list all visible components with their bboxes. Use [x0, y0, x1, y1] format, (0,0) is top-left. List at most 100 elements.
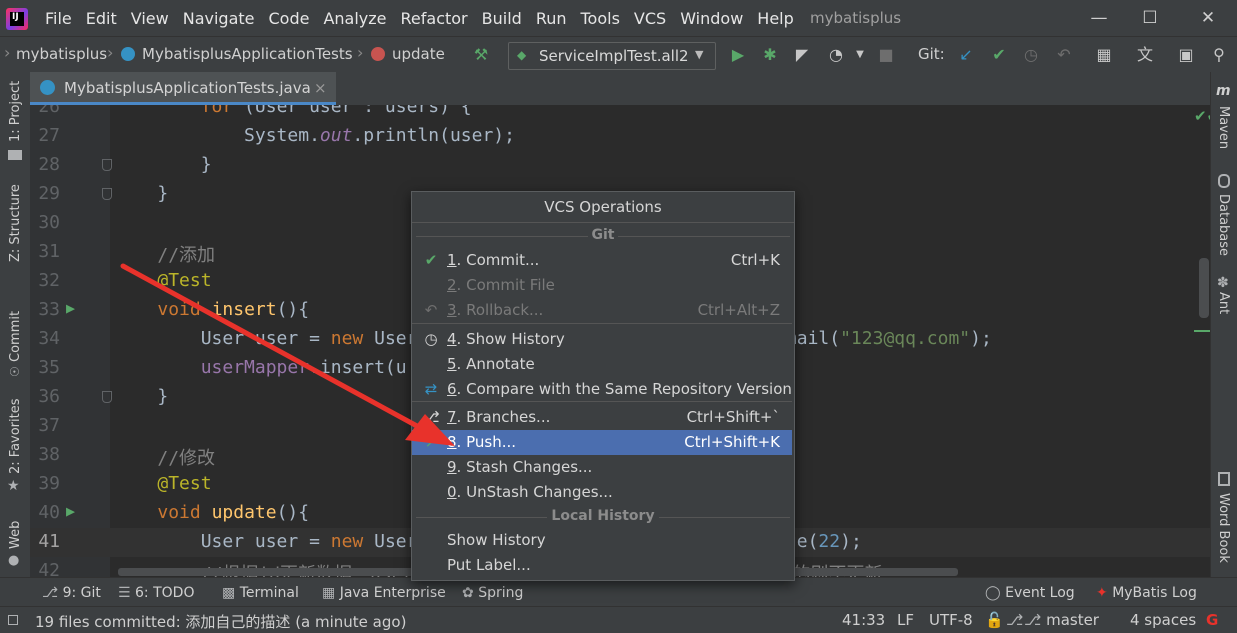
menu-help[interactable]: Help: [757, 9, 793, 28]
run-icon[interactable]: ▶: [728, 45, 748, 65]
menu-item-stash-changes[interactable]: 9. Stash Changes...: [412, 455, 792, 480]
test-config-icon: ◆: [517, 48, 527, 62]
search-icon[interactable]: ⚲: [1209, 45, 1229, 65]
project-structure-icon[interactable]: ▦: [1094, 45, 1114, 65]
code-line[interactable]: 26 for (User user : users) {: [30, 105, 1210, 122]
git-branch-label: master: [1046, 611, 1099, 629]
event-log-button[interactable]: ◯ Event Log: [985, 585, 1075, 601]
menu-item-push[interactable]: ↗ 8. Push... Ctrl+Shift+K: [412, 430, 792, 455]
ant-tool-button[interactable]: Ant: [1216, 292, 1231, 314]
undo-icon: ↶: [424, 301, 438, 319]
globe-icon: ●: [8, 553, 20, 568]
breadcrumb-project[interactable]: mybatisplus: [16, 45, 107, 63]
java-enterprise-tool-button[interactable]: ▦ Java Enterprise: [322, 585, 446, 601]
commit-tool-button[interactable]: Commit: [8, 311, 23, 362]
code-line[interactable]: 28 }: [30, 151, 1210, 180]
menu-navigate[interactable]: Navigate: [183, 9, 255, 28]
translate-icon[interactable]: 文: [1135, 45, 1155, 65]
commit-check-icon[interactable]: ✔: [989, 45, 1009, 65]
minimize-icon[interactable]: —: [1087, 6, 1111, 30]
folder-icon: [8, 150, 22, 160]
close-tab-icon[interactable]: ×: [314, 79, 327, 97]
menu-edit[interactable]: Edit: [86, 9, 117, 28]
word-book-tool-button[interactable]: Word Book: [1216, 493, 1231, 563]
update-project-icon[interactable]: ↙: [956, 45, 976, 65]
status-toggle-icon[interactable]: [8, 615, 18, 625]
todo-tool-button[interactable]: ☰ 6: TODO: [118, 585, 194, 601]
menu-item-unstash-changes[interactable]: 0. UnStash Changes...: [412, 480, 792, 505]
chevron-down-icon[interactable]: ▼: [850, 45, 870, 65]
web-tool-button[interactable]: Web: [8, 521, 23, 549]
inspection-ok-icon[interactable]: ✔✔: [1194, 107, 1210, 125]
menu-item-commit-file[interactable]: 2. Commit File: [412, 273, 792, 298]
build-hammer-icon[interactable]: ⚒: [471, 45, 491, 65]
favorites-tool-button[interactable]: 2: Favorites: [8, 398, 23, 474]
run-configuration-label: ServiceImplTest.all2: [539, 47, 689, 65]
breadcrumb-separator: ›: [4, 43, 11, 62]
breadcrumb-method[interactable]: update: [392, 45, 458, 63]
menu-item-shortcut: Ctrl+Shift+K: [684, 433, 780, 451]
menu-refactor[interactable]: Refactor: [401, 9, 468, 28]
menu-window[interactable]: Window: [680, 9, 743, 28]
mybatis-log-button[interactable]: ✦ MyBatis Log: [1096, 585, 1197, 601]
database-tool-button[interactable]: Database: [1216, 194, 1231, 256]
git-branch[interactable]: ⎇ master: [1024, 611, 1099, 629]
menu-item-rollback[interactable]: ↶ 3. Rollback... Ctrl+Alt+Z: [412, 298, 792, 323]
run-test-gutter-icon[interactable]: ▶: [66, 502, 75, 520]
menu-tools[interactable]: Tools: [581, 9, 620, 28]
fold-marker-icon[interactable]: [102, 391, 112, 403]
fold-marker-icon[interactable]: [102, 159, 112, 171]
menu-item-local-show-history[interactable]: Show History: [412, 528, 792, 553]
book-icon: [1218, 472, 1230, 486]
code-text: //添加: [157, 245, 216, 266]
stop-icon[interactable]: ■: [876, 45, 896, 65]
code-text: void insert(){: [157, 299, 310, 320]
maven-icon: m: [1216, 83, 1231, 99]
status-message[interactable]: 19 files committed: 添加自己的描述 (a minute ag…: [35, 611, 406, 632]
debug-icon[interactable]: ✱: [760, 45, 780, 65]
spring-tool-button[interactable]: ✿ Spring: [462, 585, 523, 601]
fold-marker-icon[interactable]: [102, 188, 112, 200]
menu-analyze[interactable]: Analyze: [323, 9, 386, 28]
lock-icon[interactable]: 🔓: [985, 611, 1004, 629]
caret-position[interactable]: 41:33: [842, 611, 885, 629]
menu-item-commit[interactable]: ✔ 1. Commit... Ctrl+K: [412, 248, 792, 273]
breadcrumb-class[interactable]: MybatisplusApplicationTests: [142, 45, 353, 63]
maven-tool-button[interactable]: Maven: [1216, 106, 1231, 149]
code-line[interactable]: 27 System.out.println(user);: [30, 122, 1210, 151]
run-configuration-select[interactable]: ◆ ServiceImplTest.all2 ▼: [508, 42, 716, 70]
menu-item-branches[interactable]: ⎇ 7. Branches... Ctrl+Shift+`: [412, 405, 792, 430]
menu-vcs[interactable]: VCS: [634, 9, 666, 28]
run-test-gutter-icon[interactable]: ▶: [66, 299, 75, 317]
google-translate-icon[interactable]: G: [1206, 611, 1218, 629]
menu-build[interactable]: Build: [482, 9, 522, 28]
project-tool-button[interactable]: 1: Project: [8, 81, 23, 142]
maximize-icon[interactable]: ☐: [1138, 6, 1162, 30]
menu-item-compare-with-the-same-repository-version[interactable]: ⇄ 6. Compare with the Same Repository Ver…: [412, 377, 792, 402]
indent-setting[interactable]: 4 spaces: [1130, 611, 1196, 629]
profile-icon[interactable]: ◔: [826, 45, 846, 65]
menu-view[interactable]: View: [131, 9, 169, 28]
vertical-scrollbar[interactable]: [1199, 258, 1209, 318]
tab-mybatisplus-application-tests[interactable]: MybatisplusApplicationTests.java ×: [30, 72, 336, 105]
file-encoding[interactable]: UTF-8: [929, 611, 973, 629]
menu-item-annotate[interactable]: 5. Annotate: [412, 352, 792, 377]
line-separator[interactable]: LF: [897, 611, 914, 629]
rollback-icon[interactable]: ↶: [1054, 45, 1074, 65]
menu-item-show-history[interactable]: ◷ 4. Show History: [412, 327, 792, 352]
history-icon[interactable]: ◷: [1021, 45, 1041, 65]
menu-item-label: 6. Compare with the Same Repository Vers…: [447, 380, 792, 398]
close-window-icon[interactable]: ✕: [1196, 6, 1220, 30]
menu-item-put-label[interactable]: Put Label...: [412, 553, 792, 578]
terminal-tool-button[interactable]: ▩ Terminal: [222, 585, 299, 601]
structure-tool-button[interactable]: Z: Structure: [8, 184, 23, 262]
menu-item-label: 8. Push...: [447, 433, 517, 451]
coverage-icon[interactable]: ◤: [792, 45, 812, 65]
menu-run[interactable]: Run: [536, 9, 567, 28]
mnemonic-key: 2: [447, 276, 457, 294]
menu-file[interactable]: File: [45, 9, 72, 28]
menu-code[interactable]: Code: [269, 9, 310, 28]
git-tool-button[interactable]: ⎇ 9: Git: [42, 585, 101, 601]
main-menu: File Edit View Navigate Code Analyze Refactor B…: [45, 9, 808, 28]
presentation-icon[interactable]: ▣: [1176, 45, 1196, 65]
